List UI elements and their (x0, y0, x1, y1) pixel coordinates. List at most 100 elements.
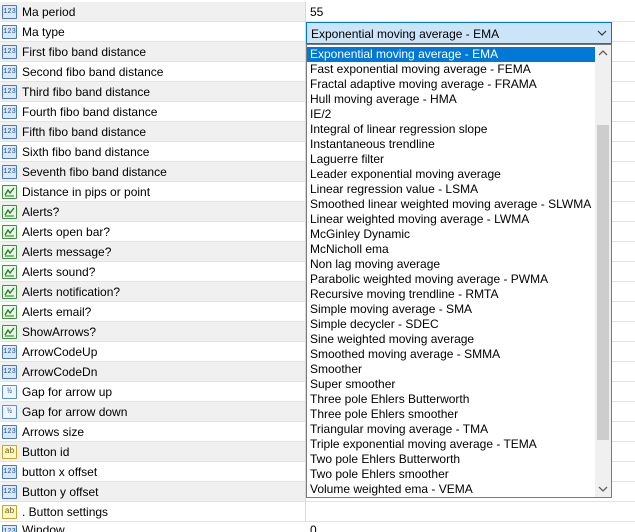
dropdown-option[interactable]: Volume weighted ema - VEMA (307, 482, 595, 497)
property-label: Window (22, 523, 65, 532)
property-name-cell: 123 Fourth fibo band distance (0, 102, 306, 122)
scroll-down-arrow-icon[interactable] (595, 481, 611, 497)
property-label: ShowArrows? (22, 325, 97, 339)
property-label: Ma type (22, 25, 65, 39)
scrollbar-thumb[interactable] (597, 125, 609, 440)
ma-type-dropdown-list[interactable]: Volume weighted ema - VEMA Two pole Ehler… (306, 44, 612, 498)
property-label: Alerts message? (22, 245, 112, 259)
property-label: Arrows size (22, 425, 85, 439)
property-name-cell: 123 ArrowCodeDn (0, 362, 306, 382)
property-label: Distance in pips or point (22, 185, 151, 199)
dropdown-option[interactable]: Smoother (307, 362, 595, 377)
number-type-icon: 123 (2, 85, 17, 99)
number-type-icon: 123 (2, 105, 17, 119)
boolean-type-icon (2, 305, 17, 319)
dropdown-option[interactable]: Simple decycler - SDEC (307, 317, 595, 332)
dropdown-option[interactable]: IE/2 (307, 107, 595, 122)
dropdown-option[interactable]: Parabolic weighted moving average - PWMA (307, 272, 595, 287)
dropdown-option[interactable]: Triple exponential moving average - TEMA (307, 437, 595, 452)
property-name-cell: Alerts open bar? (0, 222, 306, 242)
dropdown-option[interactable]: Smoothed moving average - SMMA (307, 347, 595, 362)
boolean-type-icon (2, 285, 17, 299)
dropdown-option[interactable]: Fast exponential moving average - FEMA (307, 62, 595, 77)
property-row-window[interactable]: 123 Window 0 (0, 522, 635, 532)
property-name-cell: 123 button x offset (0, 462, 306, 482)
property-value: 55 (310, 5, 324, 19)
dropdown-scrollbar[interactable] (595, 45, 611, 497)
boolean-type-icon (2, 265, 17, 279)
number-type-icon: 123 (2, 525, 17, 532)
property-name-cell: 123 Third fibo band distance (0, 82, 306, 102)
property-name-cell: 123 Ma type (0, 22, 306, 42)
property-label: Ma period (22, 5, 76, 19)
property-label: ArrowCodeUp (22, 345, 98, 359)
dropdown-option[interactable]: Exponential moving average - EMA (307, 47, 595, 62)
property-name-cell: Distance in pips or point (0, 182, 306, 202)
property-name-cell: 123 Ma period (0, 2, 306, 22)
dropdown-option[interactable]: Two pole Ehlers Butterworth (307, 452, 595, 467)
property-value-cell[interactable] (306, 502, 635, 522)
dropdown-option[interactable]: Three pole Ehlers smoother (307, 407, 595, 422)
string-type-icon: ab (2, 445, 17, 459)
property-label: Second fibo band distance (22, 65, 164, 79)
dropdown-option[interactable]: Linear weighted moving average - LWMA (307, 212, 595, 227)
dropdown-option[interactable]: Non lag moving average (307, 257, 595, 272)
ma-type-combobox[interactable]: Exponential moving average - EMA (306, 22, 612, 44)
dropdown-option[interactable]: Two pole Ehlers smoother (307, 467, 595, 482)
property-label: Button id (22, 445, 70, 459)
dropdown-option[interactable]: Fractal adaptive moving average - FRAMA (307, 77, 595, 92)
dropdown-option[interactable]: Instantaneous trendline (307, 137, 595, 152)
number-type-icon: 123 (2, 365, 17, 379)
dropdown-option[interactable]: Smoothed linear weighted moving average … (307, 197, 595, 212)
property-label: Alerts open bar? (22, 225, 111, 239)
scroll-up-arrow-icon[interactable] (595, 45, 611, 61)
boolean-type-icon (2, 225, 17, 239)
property-name-cell: ab . Button settings (0, 502, 306, 522)
dropdown-option[interactable]: Simple moving average - SMA (307, 302, 595, 317)
property-name-cell: 123 Sixth fibo band distance (0, 142, 306, 162)
property-label: Alerts notification? (22, 285, 121, 299)
dropdown-option[interactable]: Linear regression value - LSMA (307, 182, 595, 197)
property-name-cell: 123 Arrows size (0, 422, 306, 442)
number-type-icon: 123 (2, 165, 17, 179)
number-type-icon: 123 (2, 5, 17, 19)
dropdown-option[interactable]: Sine weighted moving average (307, 332, 595, 347)
boolean-type-icon (2, 325, 17, 339)
chevron-down-icon[interactable] (597, 27, 607, 39)
double-type-icon: ½ (2, 385, 17, 399)
dropdown-option[interactable]: Hull moving average - HMA (307, 92, 595, 107)
property-name-cell: 123 Second fibo band distance (0, 62, 306, 82)
dropdown-option[interactable]: McGinley Dynamic (307, 227, 595, 242)
string-type-icon: ab (2, 505, 17, 519)
property-row[interactable]: ab . Button settings (0, 502, 635, 522)
dropdown-option[interactable]: Three pole Ehlers Butterworth (307, 392, 595, 407)
number-type-icon: 123 (2, 425, 17, 439)
property-label: Third fibo band distance (22, 85, 151, 99)
property-label: First fibo band distance (22, 45, 147, 59)
property-label: Alerts? (22, 205, 60, 219)
number-type-icon: 123 (2, 465, 17, 479)
dropdown-option[interactable]: Leader exponential moving average (307, 167, 595, 182)
property-label: Button y offset (22, 485, 99, 499)
property-label: Fourth fibo band distance (22, 105, 158, 119)
dropdown-option[interactable]: McNicholl ema (307, 242, 595, 257)
property-name-cell: 123 Fifth fibo band distance (0, 122, 306, 142)
property-value-cell[interactable]: 55 (306, 2, 635, 22)
dropdown-option[interactable]: Integral of linear regression slope (307, 122, 595, 137)
property-name-cell: 123 ArrowCodeUp (0, 342, 306, 362)
property-label: button x offset (22, 465, 98, 479)
dropdown-option[interactable]: Triangular moving average - TMA (307, 422, 595, 437)
number-type-icon: 123 (2, 45, 17, 59)
property-label: Fifth fibo band distance (22, 125, 147, 139)
property-label: . Button settings (22, 505, 109, 519)
property-label: Seventh fibo band distance (22, 165, 167, 179)
ma-type-selected-value: Exponential moving average - EMA (311, 27, 500, 41)
property-name-cell: Alerts message? (0, 242, 306, 262)
property-name-cell: Alerts notification? (0, 282, 306, 302)
property-row[interactable]: 123 Ma period 55 (0, 2, 635, 22)
dropdown-option[interactable]: Recursive moving trendline - RMTA (307, 287, 595, 302)
property-name-cell: Alerts email? (0, 302, 306, 322)
dropdown-option[interactable]: Super smoother (307, 377, 595, 392)
property-name-cell: 123 Seventh fibo band distance (0, 162, 306, 182)
dropdown-option[interactable]: Laguerre filter (307, 152, 595, 167)
